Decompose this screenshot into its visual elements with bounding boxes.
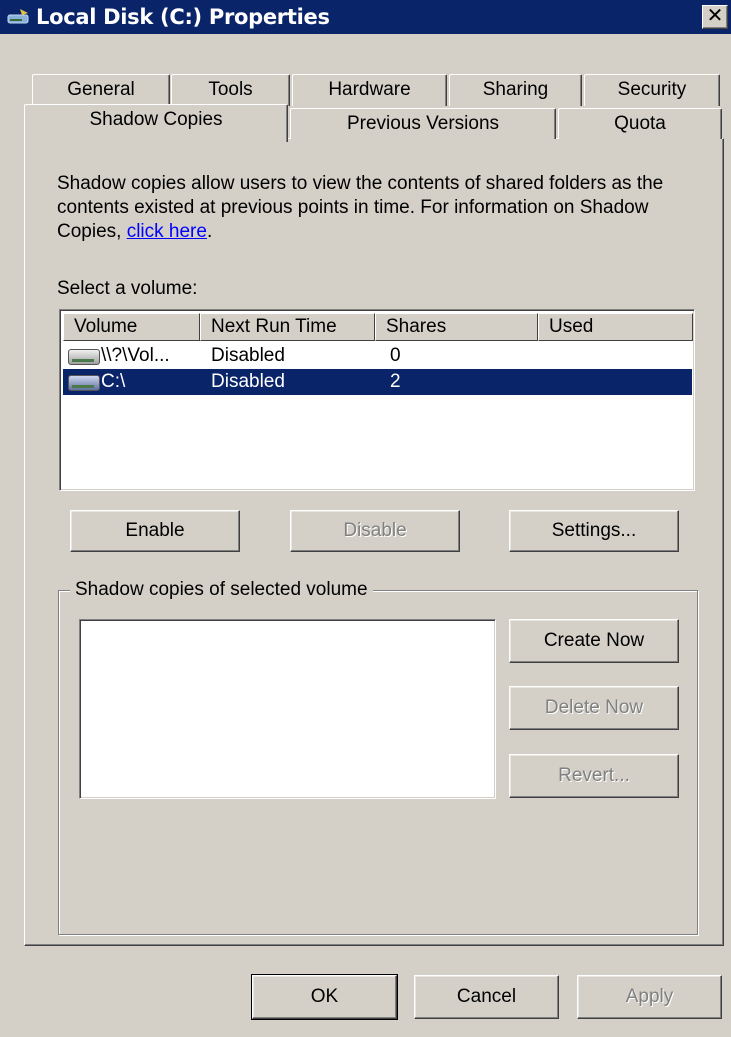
drive-icon	[68, 375, 100, 391]
select-volume-label: Select a volume:	[57, 278, 198, 299]
volume-row[interactable]: \\?\Vol... Disabled 0	[63, 343, 692, 369]
column-label: Volume	[74, 316, 138, 337]
tab-shadow-copies[interactable]: Shadow Copies	[24, 104, 288, 142]
button-label: Cancel	[456, 986, 517, 1007]
column-label: Used	[549, 316, 594, 337]
shares-count: 0	[390, 345, 401, 366]
tab-security[interactable]: Security	[584, 74, 720, 106]
revert-button[interactable]: Revert...	[509, 754, 679, 798]
volume-name: C:\	[101, 371, 126, 392]
column-header-next-run-time[interactable]: Next Run Time	[200, 313, 375, 341]
tab-label: Security	[617, 79, 687, 100]
button-label: Settings...	[551, 520, 637, 541]
column-label: Shares	[386, 316, 447, 337]
tab-label: Hardware	[328, 79, 411, 100]
column-label: Next Run Time	[211, 316, 337, 337]
tab-general[interactable]: General	[32, 74, 170, 106]
button-label: Apply	[625, 986, 674, 1007]
drive-icon	[68, 349, 100, 365]
tab-quota[interactable]: Quota	[558, 108, 722, 139]
button-label: Create Now	[543, 630, 645, 651]
volume-row-selected[interactable]: C:\ Disabled 2	[63, 369, 692, 395]
button-label: Enable	[125, 520, 185, 541]
click-here-link[interactable]: click here	[127, 221, 207, 242]
cancel-button[interactable]: Cancel	[414, 975, 559, 1019]
properties-icon	[6, 7, 34, 27]
enable-button[interactable]: Enable	[70, 510, 240, 552]
tab-label: Shadow Copies	[89, 109, 223, 130]
tab-label: Previous Versions	[346, 113, 500, 134]
tab-label: Tools	[208, 79, 253, 100]
button-label: Disable	[343, 520, 407, 541]
title-bar[interactable]: Local Disk (C:) Properties ✕	[0, 0, 731, 34]
column-header-volume[interactable]: Volume	[63, 313, 200, 341]
next-run-time: Disabled	[211, 345, 285, 366]
close-button[interactable]: ✕	[702, 5, 728, 29]
shadow-copies-list[interactable]	[79, 619, 496, 799]
settings-button[interactable]: Settings...	[509, 510, 679, 552]
next-run-time: Disabled	[211, 371, 285, 392]
tab-label: Sharing	[482, 79, 549, 100]
close-icon: ✕	[706, 5, 724, 27]
volume-list[interactable]: Volume Next Run Time Shares Used \\?\Vol…	[59, 309, 695, 491]
tab-previous-versions[interactable]: Previous Versions	[290, 108, 556, 139]
description-text: Shadow copies allow users to view the co…	[57, 172, 697, 244]
tab-sharing[interactable]: Sharing	[449, 74, 582, 106]
tab-hardware[interactable]: Hardware	[292, 74, 447, 106]
window-title: Local Disk (C:) Properties	[36, 5, 330, 29]
disable-button[interactable]: Disable	[290, 510, 460, 552]
column-header-shares[interactable]: Shares	[375, 313, 538, 341]
apply-button[interactable]: Apply	[577, 975, 722, 1019]
button-label: OK	[310, 986, 339, 1007]
tab-label: Quota	[614, 113, 666, 134]
tab-tools[interactable]: Tools	[171, 74, 290, 106]
button-label: Delete Now	[544, 697, 644, 718]
tab-label: General	[67, 79, 135, 100]
description-suffix: .	[206, 221, 213, 242]
ok-button[interactable]: OK	[251, 974, 398, 1020]
volume-name: \\?\Vol...	[101, 345, 170, 366]
shares-count: 2	[390, 371, 401, 392]
delete-now-button[interactable]: Delete Now	[509, 686, 679, 730]
group-label: Shadow copies of selected volume	[70, 578, 373, 602]
create-now-button[interactable]: Create Now	[509, 619, 679, 663]
column-header-used[interactable]: Used	[538, 313, 693, 341]
button-label: Revert...	[558, 765, 630, 786]
